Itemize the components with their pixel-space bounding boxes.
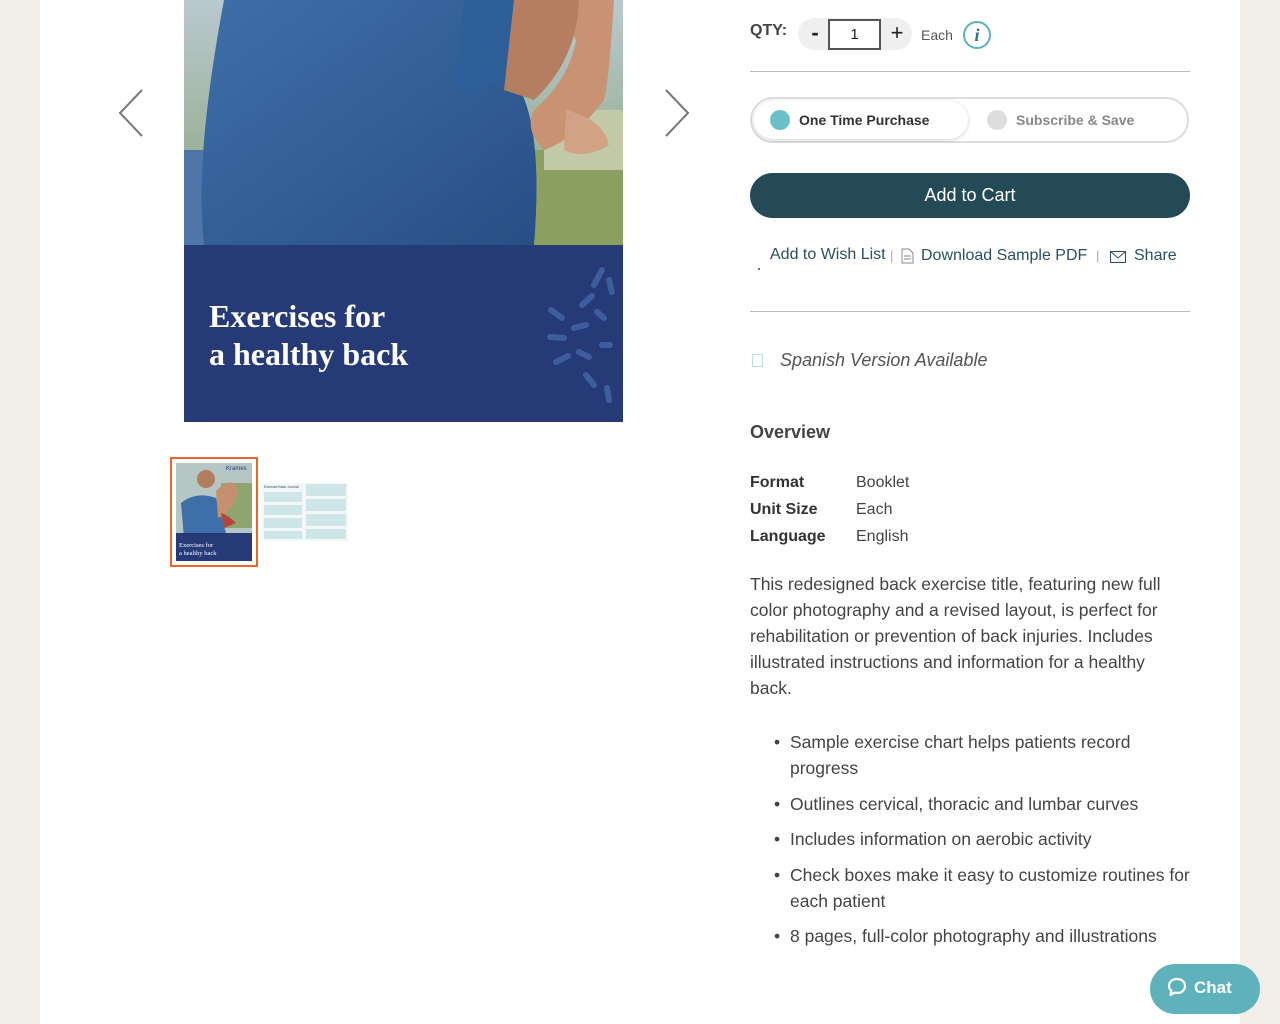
thumb-brand: Krames: [226, 466, 247, 472]
radio-unselected-icon: [987, 110, 1007, 130]
product-actions: Add to Wish List | Download Sample PDF |…: [750, 246, 1190, 270]
quantity-stepper: - +: [798, 18, 912, 50]
cover-title-line2: a healthy back: [209, 336, 408, 372]
feature-item: Sample exercise chart helps patients rec…: [774, 729, 1190, 781]
option-one-time-purchase[interactable]: One Time Purchase: [754, 101, 968, 139]
separator: |: [890, 248, 894, 263]
download-sample-label: Download Sample PDF: [921, 247, 1088, 264]
spec-value: Booklet: [856, 474, 910, 491]
wish-list-label: Add to Wish List: [770, 246, 886, 263]
thumb2-heading: Exercise Back Journal: [264, 485, 299, 489]
option-one-time-label: One Time Purchase: [799, 112, 930, 128]
product-main-image: Exercises for a healthy back: [184, 0, 623, 422]
gallery-prev-arrow[interactable]: [114, 86, 148, 140]
option-subscribe-label: Subscribe & Save: [1016, 112, 1135, 128]
product-description: This redesigned back exercise title, fea…: [750, 574, 1161, 698]
divider: [750, 71, 1190, 72]
spec-key: Unit Size: [750, 501, 818, 518]
feature-item: Includes information on aerobic activity: [774, 826, 1190, 852]
spec-key: Format: [750, 474, 805, 491]
quantity-row: QTY: - + Each i: [750, 18, 1190, 52]
feature-item: Outlines cervical, thoracic and lumbar c…: [774, 791, 1190, 817]
thumbnail-interior[interactable]: Exercise Back Journal: [262, 457, 348, 567]
spec-key: Language: [750, 528, 826, 545]
info-icon[interactable]: i: [963, 21, 991, 49]
divider: [750, 311, 1190, 312]
feature-list: Sample exercise chart helps patients rec…: [774, 729, 1190, 959]
separator: |: [1096, 248, 1100, 263]
cover-title-line1: Exercises for: [209, 298, 385, 334]
option-subscribe-save[interactable]: Subscribe & Save: [976, 101, 1176, 139]
radio-selected-icon: [770, 110, 790, 130]
gallery-next-arrow[interactable]: [660, 86, 694, 140]
overview-heading: Overview: [750, 422, 831, 442]
unit-label: Each: [921, 27, 953, 43]
purchase-type-toggle: One Time Purchase Subscribe & Save: [750, 97, 1189, 143]
feature-item: 8 pages, full-color photography and illu…: [774, 923, 1190, 949]
thumb-title-line1: Exercises for: [179, 542, 214, 549]
spec-value: English: [856, 528, 909, 545]
thumb-title-line2: a healthy back: [179, 550, 217, 557]
qty-increment-button[interactable]: +: [882, 18, 912, 50]
add-to-cart-button[interactable]: Add to Cart: [750, 173, 1190, 218]
thumbnail-cover[interactable]: Krames Exercises for a healthy back: [170, 457, 258, 567]
qty-decrement-button[interactable]: -: [800, 18, 830, 50]
spanish-version-label: Spanish Version Available: [780, 350, 988, 370]
document-icon: [901, 248, 914, 269]
chat-bubble-icon: [1167, 977, 1187, 997]
chat-label: Chat: [1194, 978, 1232, 997]
gallery-thumbnails: Krames Exercises for a healthy back Exer…: [170, 457, 348, 567]
heart-icon: [756, 259, 762, 270]
spec-value: Each: [856, 501, 893, 518]
spanish-version-icon: [752, 354, 763, 367]
qty-label: QTY:: [750, 22, 788, 39]
envelope-icon: [1110, 250, 1126, 268]
chat-button[interactable]: Chat: [1150, 964, 1260, 1014]
share-label: Share: [1134, 247, 1177, 264]
feature-item: Check boxes make it easy to customize ro…: [774, 862, 1190, 914]
quantity-input[interactable]: [828, 19, 881, 50]
